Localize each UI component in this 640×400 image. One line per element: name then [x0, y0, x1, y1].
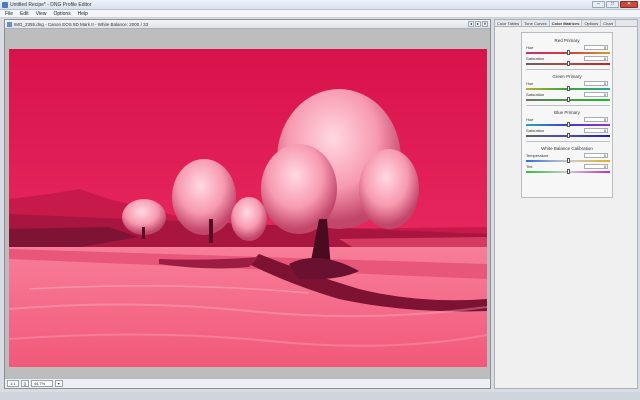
- green-saturation-slider[interactable]: [526, 97, 610, 102]
- hue-value-field[interactable]: 0: [584, 81, 608, 86]
- tint-slider[interactable]: [526, 169, 610, 174]
- tint-value-field[interactable]: 0: [584, 164, 608, 169]
- hue-value-field[interactable]: 0: [584, 45, 608, 50]
- slider-thumb[interactable]: [566, 61, 570, 66]
- red-hue-slider[interactable]: [526, 50, 610, 55]
- document-window: IMG_2355.dng - Canon EOS 5D Mark II - Wh…: [4, 19, 491, 389]
- menu-view[interactable]: View: [36, 11, 47, 17]
- window-title: Untitled Recipe* - DNG Profile Editor: [10, 2, 92, 8]
- tab-tone-curves[interactable]: Tone Curves: [522, 20, 550, 26]
- document-controls: ◂ ▸ ✕: [468, 21, 488, 27]
- document-titlebar: IMG_2355.dng - Canon EOS 5D Mark II - Wh…: [5, 20, 490, 29]
- blue-hue-slider[interactable]: [526, 122, 610, 127]
- section-title: Red Primary: [554, 38, 580, 43]
- menu-options[interactable]: Options: [53, 11, 70, 17]
- window-titlebar: Untitled Recipe* - DNG Profile Editor – …: [0, 0, 640, 10]
- green-hue-slider[interactable]: [526, 86, 610, 91]
- window-controls: – □ ✕: [592, 1, 638, 8]
- slider-thumb[interactable]: [566, 158, 570, 163]
- tab-color-tables[interactable]: Color Tables: [495, 20, 523, 26]
- hue-label: Hue: [526, 117, 534, 122]
- slider-thumb[interactable]: [566, 50, 570, 55]
- zoom-dropdown-icon[interactable]: ▾: [54, 380, 63, 387]
- slider-thumb[interactable]: [566, 169, 570, 174]
- section-divider: [526, 141, 610, 142]
- tab-color-matrices[interactable]: Color Matrices: [549, 20, 583, 26]
- section-title: Green Primary: [552, 74, 582, 79]
- taskbar-strip: [0, 392, 640, 400]
- tab-chart[interactable]: Chart: [601, 20, 617, 26]
- menu-bar: File Edit View Options Help: [0, 10, 640, 18]
- hue-value-field[interactable]: 0: [584, 117, 608, 122]
- status-bar: 1:1 [] 44.7% ▾: [5, 378, 490, 388]
- saturation-value-field[interactable]: 0: [584, 128, 608, 133]
- red-saturation-slider[interactable]: [526, 61, 610, 66]
- saturation-label: Saturation: [526, 56, 545, 61]
- app-icon: [2, 2, 8, 8]
- menu-help[interactable]: Help: [78, 11, 88, 17]
- panel-tabs: Color Tables Tone Curves Color Matrices …: [495, 20, 637, 27]
- doc-close-button[interactable]: ✕: [482, 21, 488, 27]
- hue-label: Hue: [526, 81, 534, 86]
- temperature-value-field[interactable]: 0: [584, 153, 608, 158]
- zoom-level-field[interactable]: 44.7%: [30, 380, 53, 387]
- doc-next-button[interactable]: ▸: [475, 21, 481, 27]
- menu-file[interactable]: File: [5, 11, 13, 17]
- slider-thumb[interactable]: [566, 97, 570, 102]
- temperature-label: Temperature: [526, 153, 549, 158]
- zoom-fit-button[interactable]: []: [20, 380, 29, 387]
- section-title: Blue Primary: [554, 110, 580, 115]
- close-button[interactable]: ✕: [620, 1, 638, 8]
- color-matrices-group: Red Primary Hue 0 Saturation 0 Green Pri…: [521, 32, 613, 198]
- tint-label: Tint: [526, 164, 533, 169]
- saturation-label: Saturation: [526, 128, 545, 133]
- slider-thumb[interactable]: [566, 86, 570, 91]
- image-canvas[interactable]: [5, 29, 490, 379]
- editor-panel: Color Tables Tone Curves Color Matrices …: [494, 19, 638, 389]
- temperature-slider[interactable]: [526, 158, 610, 163]
- saturation-label: Saturation: [526, 92, 545, 97]
- tab-options[interactable]: Options: [582, 20, 602, 26]
- photo-image: [9, 49, 487, 367]
- section-title: White Balance Calibration: [541, 146, 593, 151]
- blue-saturation-slider[interactable]: [526, 133, 610, 138]
- saturation-value-field[interactable]: 0: [584, 56, 608, 61]
- saturation-value-field[interactable]: 0: [584, 92, 608, 97]
- maximize-button[interactable]: □: [606, 1, 619, 8]
- menu-edit[interactable]: Edit: [20, 11, 29, 17]
- minimize-button[interactable]: –: [592, 1, 605, 8]
- slider-thumb[interactable]: [566, 133, 570, 138]
- document-title: IMG_2355.dng - Canon EOS 5D Mark II - Wh…: [14, 22, 149, 27]
- section-divider: [526, 69, 610, 70]
- slider-thumb[interactable]: [566, 122, 570, 127]
- doc-prev-button[interactable]: ◂: [468, 21, 474, 27]
- document-icon: [7, 22, 12, 27]
- hue-label: Hue: [526, 45, 534, 50]
- zoom-actual-button[interactable]: 1:1: [7, 380, 19, 387]
- section-divider: [526, 105, 610, 106]
- infrared-photo[interactable]: [9, 49, 487, 367]
